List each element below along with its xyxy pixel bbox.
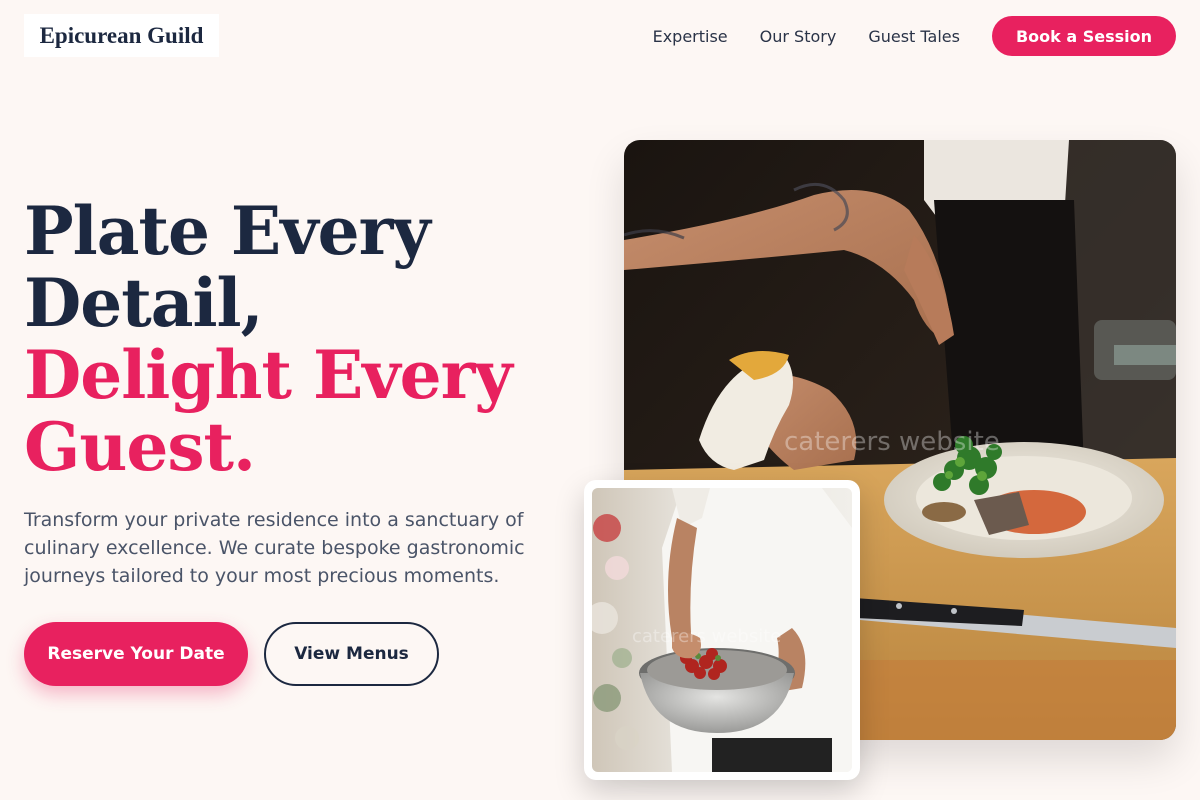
hero-lead-text: Transform your private residence into a …	[24, 509, 525, 587]
cherry-bowl-photo-frame: caterers website	[584, 480, 860, 780]
watermark-text-small: caterers website	[632, 626, 781, 647]
nav-link-expertise[interactable]: Expertise	[653, 27, 728, 46]
headline-line-2: Detail,	[24, 264, 264, 342]
brand-logo[interactable]: Epicurean Guild	[24, 14, 219, 57]
main-nav: Expertise Our Story Guest Tales Book a S…	[653, 16, 1176, 56]
nav-link-our-story[interactable]: Our Story	[760, 27, 837, 46]
svg-text:caterers website: caterers website	[632, 626, 781, 647]
view-menus-button[interactable]: View Menus	[264, 622, 439, 686]
landing-page: Epicurean Guild Expertise Our Story Gues…	[0, 0, 1200, 800]
cherry-bowl-photo: caterers website	[592, 488, 852, 772]
headline-line-1: Plate Every	[24, 192, 431, 270]
headline-accent-line-2: Guest.	[24, 408, 256, 486]
headline-accent-line-1: Delight Every	[24, 336, 513, 414]
reserve-date-button[interactable]: Reserve Your Date	[24, 622, 248, 686]
svg-text:caterers website: caterers website	[784, 427, 1000, 457]
hero-headline: Plate Every Detail, Delight Every Guest.	[24, 195, 584, 483]
watermark-text-main: caterers website	[784, 427, 1000, 457]
book-session-button[interactable]: Book a Session	[991, 16, 1176, 56]
nav-link-guest-tales[interactable]: Guest Tales	[868, 27, 960, 46]
